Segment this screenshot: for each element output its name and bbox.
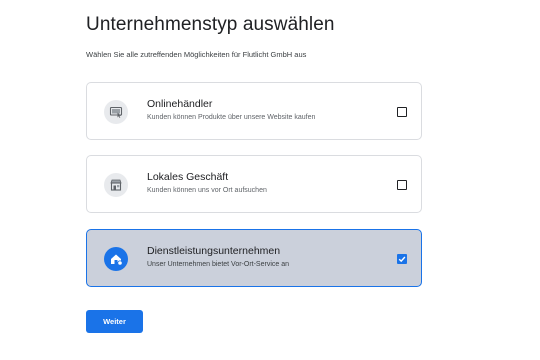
checkmark-icon <box>398 256 406 263</box>
option-description: Unser Unternehmen bietet Vor-Ort-Service… <box>147 261 290 268</box>
service-home-icon <box>104 247 128 271</box>
option-title: Dienstleistungsunternehmen <box>147 245 281 257</box>
next-button[interactable]: Weiter <box>86 310 143 333</box>
option-online-retailer[interactable]: Onlinehändler Kunden können Produkte übe… <box>86 82 422 140</box>
page-title: Unternehmenstyp auswählen <box>86 14 335 35</box>
business-type-page: Unternehmenstyp auswählen Wählen Sie all… <box>0 0 540 360</box>
online-store-icon <box>104 100 128 124</box>
storefront-icon <box>104 173 128 197</box>
option-checkbox-local-store[interactable] <box>397 180 407 190</box>
option-title: Onlinehändler <box>147 98 213 110</box>
option-checkbox-service-business[interactable] <box>397 254 407 264</box>
option-description: Kunden können Produkte über unsere Websi… <box>147 114 316 121</box>
option-local-store[interactable]: Lokales Geschäft Kunden können uns vor O… <box>86 155 422 213</box>
option-service-business[interactable]: Dienstleistungsunternehmen Unser Unterne… <box>86 229 422 287</box>
option-title: Lokales Geschäft <box>147 171 229 183</box>
option-description: Kunden können uns vor Ort aufsuchen <box>147 187 267 194</box>
option-checkbox-online-retailer[interactable] <box>397 107 407 117</box>
page-subtitle: Wählen Sie alle zutreffenden Möglichkeit… <box>86 50 307 59</box>
